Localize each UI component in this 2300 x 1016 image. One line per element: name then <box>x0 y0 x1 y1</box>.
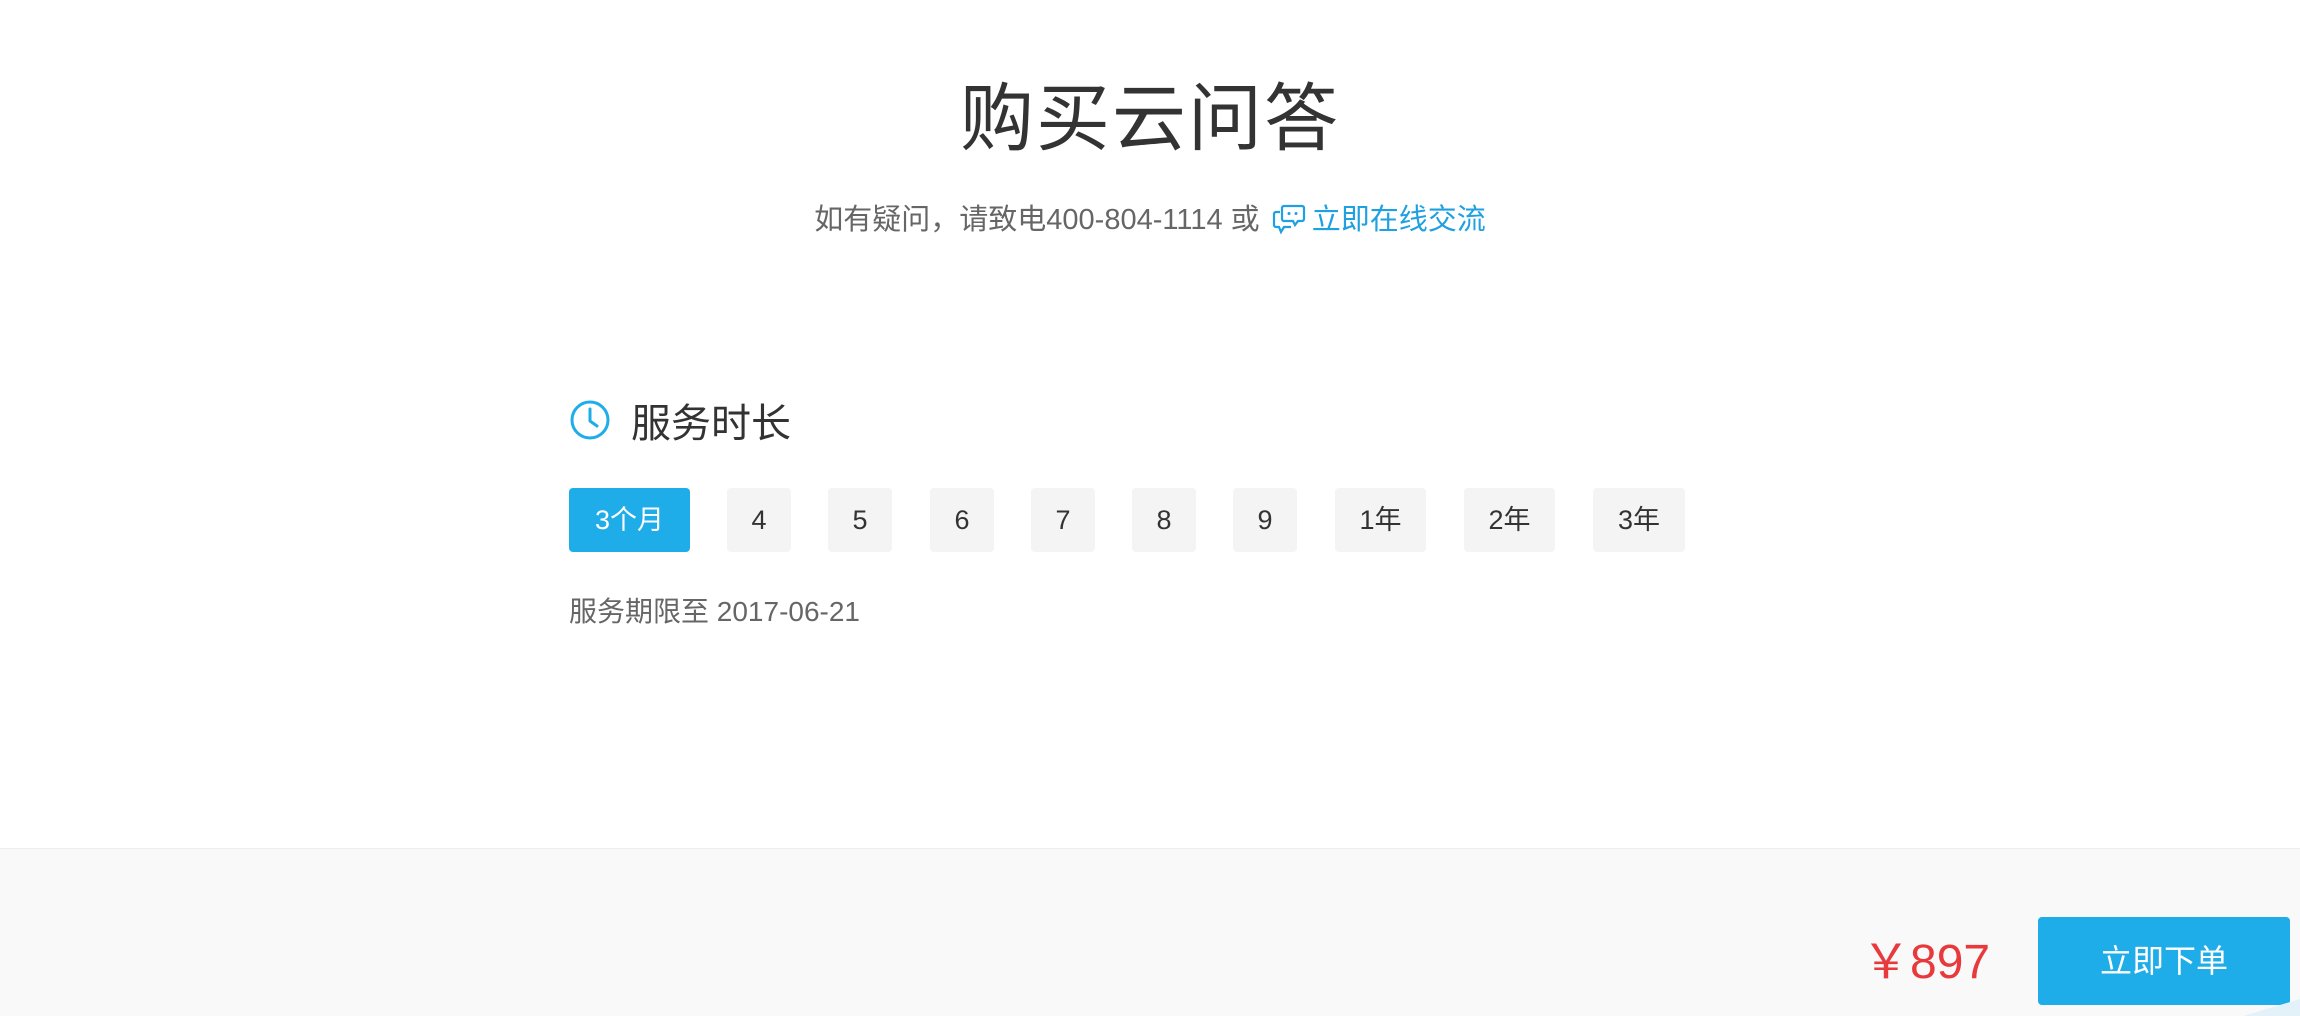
duration-option-5[interactable]: 5 <box>828 488 892 552</box>
duration-option-8[interactable]: 8 <box>1132 488 1196 552</box>
duration-option-7[interactable]: 7 <box>1031 488 1095 552</box>
duration-option-1-year[interactable]: 1年 <box>1335 488 1426 552</box>
duration-option-6[interactable]: 6 <box>930 488 994 552</box>
duration-option-2-years[interactable]: 2年 <box>1464 488 1555 552</box>
duration-option-3-years[interactable]: 3年 <box>1593 488 1685 552</box>
corner-decoration <box>2243 999 2300 1016</box>
chat-bubble-icon <box>1272 204 1305 235</box>
page-title: 购买云问答 <box>960 77 1340 160</box>
duration-header: 服务时长 <box>569 392 791 448</box>
expiry-date: 服务期限至 2017-06-21 <box>569 596 861 627</box>
purchase-page: 购买云问答 如有疑问，请致电400-804-1114 或 立即在线交流 服务时长… <box>0 0 2300 1016</box>
duration-option-4[interactable]: 4 <box>727 488 791 552</box>
online-chat-label: 立即在线交流 <box>1311 204 1486 236</box>
online-chat-link[interactable]: 立即在线交流 <box>1268 204 1486 236</box>
contact-text: 如有疑问，请致电400-804-1114 或 <box>814 204 1260 236</box>
clock-icon <box>570 400 610 440</box>
place-order-button[interactable]: 立即下单 <box>2038 917 2290 1005</box>
duration-section: 服务时长 <box>569 392 791 448</box>
duration-option-3-months[interactable]: 3个月 <box>569 488 690 552</box>
duration-heading: 服务时长 <box>631 402 791 446</box>
contact-line: 如有疑问，请致电400-804-1114 或 立即在线交流 <box>0 200 2300 240</box>
duration-option-9[interactable]: 9 <box>1233 488 1297 552</box>
total-price: ￥897 <box>1862 936 1991 989</box>
order-footer: ￥897 立即下单 <box>0 848 2300 1016</box>
